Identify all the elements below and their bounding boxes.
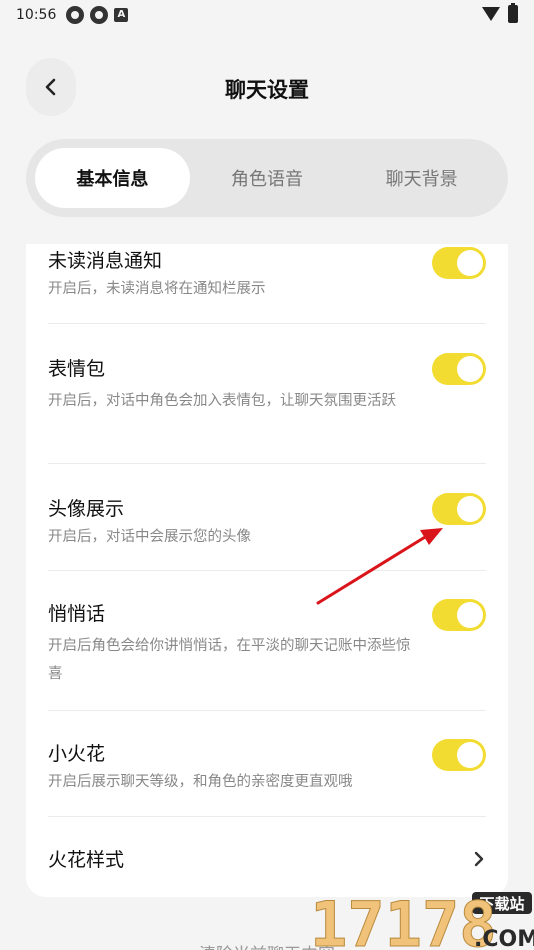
toggle-knob [457,602,483,628]
status-notification-icons: A [66,6,129,24]
setting-title: 头像展示 [48,498,125,520]
tab-character-voice[interactable]: 角色语音 [190,148,345,208]
watermark-logo: 下载站 17178 .COM [310,888,534,950]
toggle-stickers[interactable] [432,353,486,385]
status-system-icons [482,3,518,23]
setting-row-spark-style[interactable]: 火花样式 [48,817,486,897]
toggle-knob [457,742,483,768]
toggle-avatar-display[interactable] [432,493,486,525]
page-title: 聊天设置 [225,78,309,102]
status-time: 10:56 [16,7,57,23]
setting-row-stickers: 表情包 开启后，对话中角色会加入表情包，让聊天氛围更活跃 [48,324,486,464]
tab-bar: 基本信息 角色语音 聊天背景 [26,139,508,217]
setting-row-whisper: 悄悄话 开启后角色会给你讲悄悄话，在平淡的聊天记账中添些惊喜 [48,571,486,711]
chevron-right-icon [474,851,484,867]
toggle-spark[interactable] [432,739,486,771]
tab-basic-info[interactable]: 基本信息 [35,148,190,208]
wifi-icon [482,7,500,21]
setting-desc: 开启后展示聊天等级，和角色的亲密度更直观哦 [48,774,353,790]
tab-chat-background[interactable]: 聊天背景 [344,148,499,208]
setting-title: 未读消息通知 [48,250,163,272]
setting-desc: 开启后，对话中角色会加入表情包，让聊天氛围更活跃 [48,393,396,409]
watermark-number: 17178 [310,888,497,950]
setting-title: 悄悄话 [48,603,106,625]
setting-title: 小火花 [48,743,106,765]
setting-title: 表情包 [48,358,106,380]
app-notification-icon [66,6,85,24]
toggle-knob [457,496,483,522]
a-icon: A [114,8,129,22]
header: 聊天设置 [0,58,534,116]
toggle-unread-notification[interactable] [432,247,486,279]
setting-desc: 开启后，未读消息将在通知栏展示 [48,281,266,297]
toggle-whisper[interactable] [432,599,486,631]
watermark-domain: .COM [474,927,534,950]
status-bar: 10:56 A [0,0,534,30]
setting-desc: 开启后，对话中会展示您的头像 [48,529,251,545]
toggle-knob [457,356,483,382]
setting-row-spark: 小火花 开启后展示聊天等级，和角色的亲密度更直观哦 [48,711,486,817]
toggle-knob [457,250,483,276]
setting-row-unread-notification: 未读消息通知 开启后，未读消息将在通知栏展示 [48,244,486,324]
app-notification-icon [90,6,109,24]
setting-row-avatar-display: 头像展示 开启后，对话中会展示您的头像 [48,464,486,571]
settings-card: 未读消息通知 开启后，未读消息将在通知栏展示 表情包 开启后，对话中角色会加入表… [26,244,508,897]
setting-title: 火花样式 [48,849,125,871]
battery-icon [508,3,518,23]
setting-desc: 开启后角色会给你讲悄悄话，在平淡的聊天记账中添些惊喜 [48,638,411,682]
